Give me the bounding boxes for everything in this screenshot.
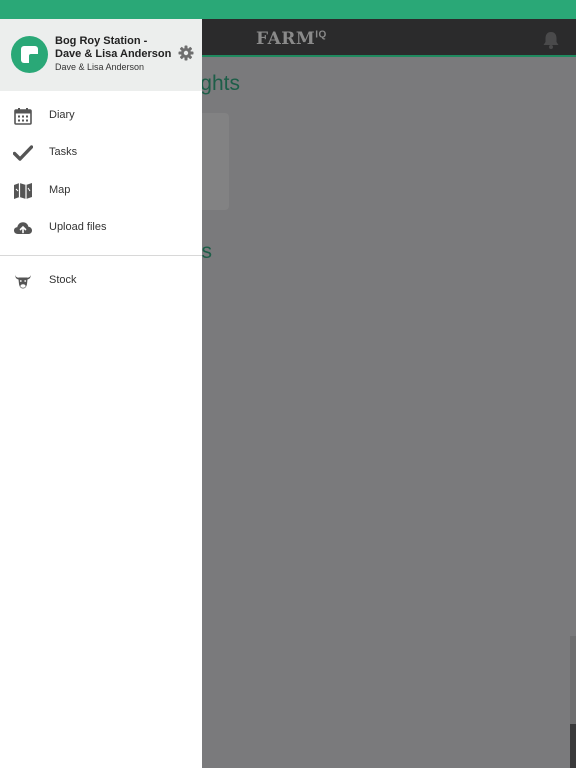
menu-item-label: Tasks bbox=[49, 146, 78, 158]
bell-icon[interactable] bbox=[541, 30, 561, 50]
farm-avatar bbox=[11, 36, 48, 73]
drawer-header[interactable]: Bog Roy Station - Dave & Lisa Anderson D… bbox=[0, 19, 202, 91]
menu-item-label: Upload files bbox=[49, 221, 107, 233]
farm-owner-name: Dave & Lisa Anderson bbox=[55, 62, 145, 72]
cloud-upload-icon bbox=[14, 222, 32, 234]
menu-item-diary[interactable]: Diary bbox=[0, 98, 202, 135]
menu-item-label: Stock bbox=[49, 274, 77, 286]
menu-item-label: Map bbox=[49, 184, 71, 196]
calendar-icon bbox=[14, 108, 32, 125]
farm-name: Bog Roy Station - Dave & Lisa Anderson bbox=[55, 35, 172, 60]
cow-icon bbox=[15, 275, 31, 289]
map-icon bbox=[14, 183, 32, 199]
status-bar bbox=[0, 0, 576, 19]
menu-divider bbox=[0, 255, 202, 256]
menu-item-upload-files[interactable]: Upload files bbox=[0, 210, 202, 247]
farmiq-logo: FARMIQ bbox=[256, 29, 327, 49]
scrollbar-thumb[interactable] bbox=[570, 724, 576, 768]
menu-item-stock[interactable]: Stock bbox=[0, 263, 202, 300]
menu-item-tasks[interactable]: Tasks bbox=[0, 135, 202, 172]
menu-item-map[interactable]: Map bbox=[0, 173, 202, 210]
gear-icon[interactable] bbox=[178, 45, 194, 61]
navigation-drawer: Bog Roy Station - Dave & Lisa Anderson D… bbox=[0, 19, 202, 768]
checkmark-icon bbox=[13, 145, 33, 161]
menu-item-label: Diary bbox=[49, 109, 75, 121]
